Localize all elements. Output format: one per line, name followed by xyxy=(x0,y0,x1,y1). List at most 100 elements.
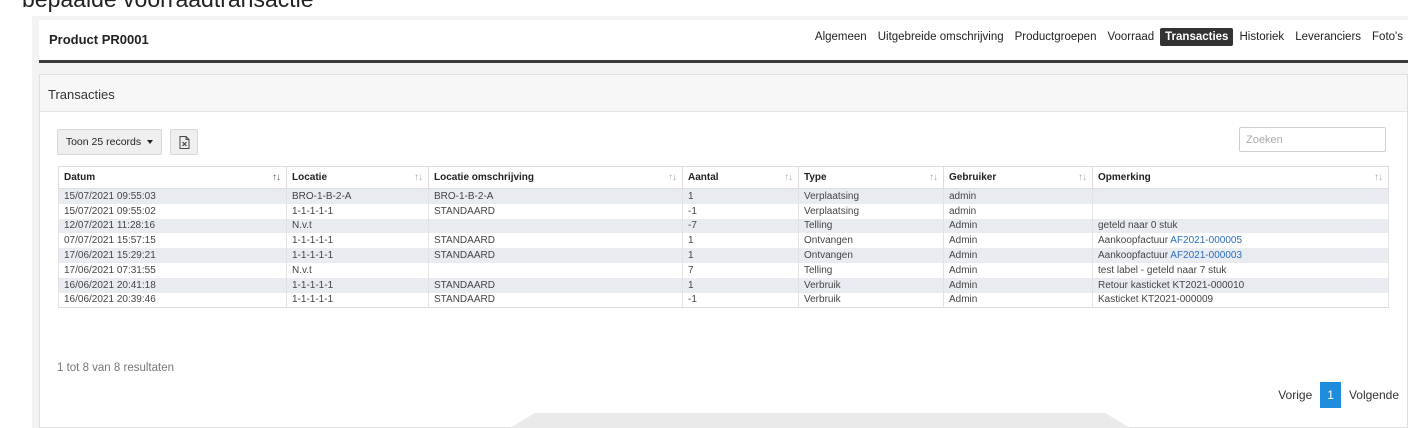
sort-icon[interactable]: ↑↓ xyxy=(668,172,677,183)
table-cell: Admin xyxy=(943,218,1093,234)
column-header-label: Gebruiker xyxy=(949,172,997,183)
table-cell: Retour kasticket KT2021-000010 xyxy=(1092,277,1389,293)
table-cell: 1-1-1-1-1 xyxy=(286,277,429,293)
table-cell: -7 xyxy=(682,218,799,234)
tab-1[interactable]: Uitgebreide omschrijving xyxy=(873,28,1009,46)
table-cell: 1 xyxy=(682,233,799,249)
table-cell xyxy=(428,218,683,234)
table-row: 07/07/2021 15:57:15 1-1-1-1-1 STANDAARD 1 On… xyxy=(58,233,1389,249)
remark-text: Aankoopfactuur xyxy=(1098,235,1171,247)
column-header-label: Datum xyxy=(64,172,96,183)
table-cell: N.v.t xyxy=(286,262,429,278)
tab-7[interactable]: Foto's xyxy=(1367,28,1408,46)
column-header-label: Aantal xyxy=(688,172,719,183)
table-cell: 1 xyxy=(682,277,799,293)
table-cell: 12/07/2021 11:28:16 xyxy=(58,218,287,234)
table-cell: 1 xyxy=(682,188,799,204)
table-cell: Admin xyxy=(943,248,1093,263)
table-cell: admin xyxy=(943,203,1093,219)
page-1-button[interactable]: 1 xyxy=(1320,382,1341,408)
column-header-label: Locatie xyxy=(292,172,328,183)
excel-export-button[interactable] xyxy=(170,129,198,155)
table-cell: STANDAARD xyxy=(428,203,683,219)
table-cell: Admin xyxy=(943,262,1093,278)
table-cell: -1 xyxy=(682,203,799,219)
tab-6[interactable]: Leveranciers xyxy=(1290,28,1366,46)
column-header-label: Locatie omschrijving xyxy=(434,172,535,183)
table-cell: 07/07/2021 15:57:15 xyxy=(58,233,287,249)
next-page-button[interactable]: Volgende xyxy=(1341,382,1407,408)
table-cell: Aankoopfactuur AF2021-000003 xyxy=(1092,248,1389,263)
table-header-row: Datum ↑↓ Locatie ↑↓ Locatie omschrijving ↑↓ Aa… xyxy=(58,166,1389,189)
excel-icon xyxy=(179,135,189,149)
table-cell: 15/07/2021 09:55:02 xyxy=(58,203,287,219)
transactions-table: Datum ↑↓ Locatie ↑↓ Locatie omschrijving ↑↓ Aa… xyxy=(58,166,1389,309)
table-cell: 1-1-1-1-1 xyxy=(286,233,429,249)
table-cell: test label - geteld naar 7 stuk xyxy=(1092,262,1389,278)
sort-icon[interactable]: ↑↓ xyxy=(784,172,793,183)
column-header[interactable]: Locatie ↑↓ xyxy=(286,166,429,189)
table-cell: 1-1-1-1-1 xyxy=(286,203,429,219)
table-cell: Verplaatsing xyxy=(798,203,944,219)
table-cell: 16/06/2021 20:41:18 xyxy=(58,277,287,293)
product-title: Product PR0001 xyxy=(49,32,149,47)
column-header[interactable]: Opmerking ↑↓ xyxy=(1092,166,1389,189)
page-heading: bepaalde voorraadtransactie xyxy=(22,0,314,13)
results-info: 1 tot 8 van 8 resultaten xyxy=(57,362,174,374)
search-input[interactable] xyxy=(1239,127,1386,152)
table-cell: admin xyxy=(943,188,1093,204)
table-cell: Telling xyxy=(798,218,944,234)
sort-icon[interactable]: ↑↓ xyxy=(414,172,423,183)
product-tabs: Algemeen Uitgebreide omschrijving Productg… xyxy=(809,28,1408,46)
table-cell: 16/06/2021 20:39:46 xyxy=(58,292,287,309)
sort-icon[interactable]: ↑↓ xyxy=(1374,172,1383,183)
table-cell xyxy=(1092,203,1389,219)
table-row: 16/06/2021 20:41:18 1-1-1-1-1 STANDAARD 1 Ve… xyxy=(58,277,1389,293)
table-cell: STANDAARD xyxy=(428,277,683,293)
column-header[interactable]: Type ↑↓ xyxy=(798,166,944,189)
table-cell: 17/06/2021 07:31:55 xyxy=(58,262,287,278)
table-cell: BRO-1-B-2-A xyxy=(286,188,429,204)
invoice-link[interactable]: AF2021-000005 xyxy=(1170,235,1242,246)
table-cell: Verplaatsing xyxy=(798,188,944,204)
remark-text: Aankoopfactuur xyxy=(1098,250,1171,262)
table-cell: Ontvangen xyxy=(798,233,944,249)
column-header[interactable]: Aantal ↑↓ xyxy=(682,166,799,189)
caret-down-icon xyxy=(147,140,154,144)
pagination: Vorige 1 Volgende xyxy=(1270,382,1407,408)
table-cell: STANDAARD xyxy=(428,292,683,309)
tab-3[interactable]: Voorraad xyxy=(1102,28,1159,46)
table-row: 16/06/2021 20:39:46 1-1-1-1-1 STANDAARD -1 V… xyxy=(58,292,1389,309)
table-cell: 1-1-1-1-1 xyxy=(286,248,429,263)
table-cell: Telling xyxy=(798,262,944,278)
sort-icon[interactable]: ↑↓ xyxy=(1078,172,1087,183)
sort-icon[interactable]: ↑↓ xyxy=(929,172,938,183)
records-per-page-dropdown[interactable]: Toon 25 records xyxy=(57,129,162,155)
tab-4[interactable]: Transacties xyxy=(1160,28,1234,46)
sort-icon[interactable]: ↑↓ xyxy=(272,172,281,183)
tab-2[interactable]: Productgroepen xyxy=(1010,28,1102,46)
table-cell: geteld naar 0 stuk xyxy=(1092,218,1389,234)
column-header-label: Opmerking xyxy=(1098,172,1151,183)
column-header[interactable]: Gebruiker ↑↓ xyxy=(943,166,1093,189)
previous-page-button[interactable]: Vorige xyxy=(1270,382,1320,408)
invoice-link[interactable]: AF2021-000003 xyxy=(1170,250,1242,261)
table-cell: Ontvangen xyxy=(798,248,944,263)
table-body: 15/07/2021 09:55:03 BRO-1-B-2-A BRO-1-B-2-… xyxy=(58,188,1389,309)
transactions-title: Transacties xyxy=(40,75,1407,112)
table-cell: Admin xyxy=(943,233,1093,249)
tab-0[interactable]: Algemeen xyxy=(810,28,872,46)
table-cell: 1 xyxy=(682,248,799,263)
table-row: 17/06/2021 07:31:55 N.v.t 7 Telling Admin tes… xyxy=(58,262,1389,278)
table-cell: Kasticket KT2021-000009 xyxy=(1092,292,1389,309)
table-cell: N.v.t xyxy=(286,218,429,234)
column-header[interactable]: Datum ↑↓ xyxy=(58,166,287,189)
tab-5[interactable]: Historiek xyxy=(1234,28,1289,46)
table-cell: Admin xyxy=(943,277,1093,293)
table-cell: -1 xyxy=(682,292,799,309)
table-cell: Verbruik xyxy=(798,277,944,293)
table-cell xyxy=(1092,188,1389,204)
table-row: 12/07/2021 11:28:16 N.v.t -7 Telling Admin ge… xyxy=(58,218,1389,234)
table-row: 15/07/2021 09:55:02 1-1-1-1-1 STANDAARD -1 V… xyxy=(58,203,1389,219)
column-header[interactable]: Locatie omschrijving ↑↓ xyxy=(428,166,683,189)
